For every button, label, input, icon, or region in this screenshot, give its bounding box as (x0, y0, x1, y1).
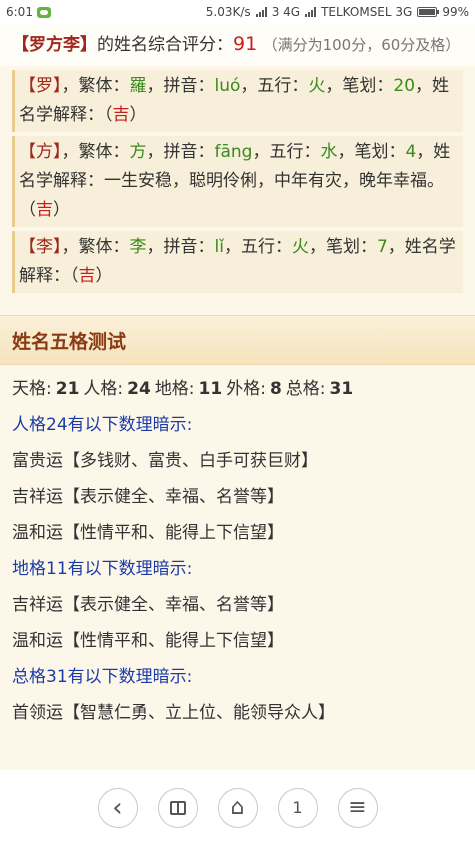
label-trad: ，繁体： (61, 142, 130, 162)
label-strokes: ，笔划： (325, 76, 394, 96)
hint-heading: 总格31有以下数理暗示: (12, 667, 193, 687)
label-trad: ，繁体： (61, 76, 130, 96)
wechat-icon (36, 6, 51, 18)
wuge-lines: 人格24有以下数理暗示: 富贵运【多钱财、富贵、白手可获巨财】 吉祥运【表示健全、幸… (12, 407, 463, 731)
back-button[interactable]: ‹ (97, 787, 138, 828)
label-pinyin: ，拼音： (146, 142, 215, 162)
label-pinyin: ，拼音： (146, 237, 215, 257)
punctuation: 】 (53, 76, 62, 96)
wuge-scores: 天格: 21 人格: 24 地格: 11 外格: 8 总格: 31 (12, 371, 463, 407)
char-name: 李 (36, 237, 53, 257)
name-tag: 【罗方李】 (12, 35, 97, 55)
hint-heading: 人格24有以下数理暗示: (12, 415, 193, 435)
hint-item: 温和运【性情平和、能得上下信望】 (12, 523, 284, 543)
hint-item: 吉祥运【表示健全、幸福、名誉等】 (12, 487, 284, 507)
score-number: 11 (198, 379, 223, 399)
char-name: 罗 (36, 76, 53, 96)
punctuation: ） (53, 200, 70, 220)
punctuation: （ (19, 200, 36, 220)
score-note: （满分为100分，60分及格） (262, 36, 461, 54)
back-icon: ‹ (112, 792, 123, 823)
battery-icon (417, 7, 440, 17)
score-label: 总格: (285, 379, 326, 399)
score-label: 天格: (12, 379, 52, 399)
hint-item: 吉祥运【表示健全、幸福、名誉等】 (12, 595, 284, 615)
char-explain: 一生安稳，聪明伶俐，中年有灾，晚年幸福。 (104, 171, 444, 191)
status-carrier: TELKOMSEL 3G (321, 5, 413, 19)
char-pinyin: lǐ (214, 237, 224, 257)
score-label: 外格: (226, 379, 266, 399)
punctuation: 【 (19, 237, 36, 257)
char-name: 方 (36, 142, 53, 162)
summary-text: 的姓名综合评分： (97, 35, 233, 55)
label-trad: ，繁体： (61, 237, 130, 257)
score-number: 31 (329, 379, 354, 399)
score-value: 91 (233, 33, 258, 55)
book-icon (169, 800, 186, 815)
tabs-button[interactable]: 1 (277, 787, 318, 828)
status-bar: 6:01 5.03K/s 3 4G TELKOMSEL 3G 99% (0, 0, 475, 24)
punctuation: ） (129, 105, 147, 125)
score-label: 人格: (83, 379, 124, 399)
status-time: 6:01 (6, 5, 33, 19)
score-label: 地格: (154, 379, 195, 399)
home-button[interactable]: ⌂ (217, 787, 258, 828)
label-element: ，五行： (240, 76, 309, 96)
tabs-count: 1 (292, 798, 303, 817)
char-list: 【罗】，繁体：羅，拼音：luó，五行：火，笔划：20，姓名学解释：（吉） 【方】，… (0, 70, 475, 293)
menu-button[interactable]: ≡ (337, 787, 378, 828)
bookmarks-button[interactable] (157, 787, 198, 828)
char-pinyin: fāng (214, 142, 253, 162)
char-pinyin: luó (214, 76, 241, 96)
score-number: 24 (127, 379, 151, 399)
char-trad: 羅 (129, 76, 147, 96)
char-trad: 方 (129, 142, 147, 162)
char-luck: 吉 (112, 105, 130, 125)
score-number: 8 (269, 379, 282, 399)
signal-icon-2 (305, 7, 317, 17)
score-number: 21 (55, 379, 80, 399)
char-strokes: 7 (376, 237, 388, 257)
wuge-panel: 天格: 21 人格: 24 地格: 11 外格: 8 总格: 31 人格24有以下数理暗示: 富贵运… (0, 365, 475, 737)
page-content: 【罗方李】的姓名综合评分：91 （满分为100分，60分及格） 【罗】，繁体：羅… (0, 24, 475, 770)
home-icon: ⌂ (230, 795, 245, 820)
label-element: ，五行： (223, 237, 292, 257)
score-summary: 【罗方李】的姓名综合评分：91 （满分为100分，60分及格） (0, 24, 475, 66)
char-strokes: 20 (393, 76, 416, 96)
hint-heading: 地格11有以下数理暗示: (12, 559, 193, 579)
label-pinyin: ，拼音： (146, 76, 215, 96)
char-block: 【罗】，繁体：羅，拼音：luó，五行：火，笔划：20，姓名学解释：（吉） (12, 70, 463, 132)
hint-item: 富贵运【多钱财、富贵、白手可获巨财】 (12, 451, 318, 471)
char-block: 【方】，繁体：方，拼音：fāng，五行：水，笔划：4，姓名学解释：一生安稳，聪明… (12, 136, 463, 227)
label-strokes: ，笔划： (308, 237, 377, 257)
char-luck: 吉 (36, 200, 53, 220)
punctuation: 】 (53, 142, 62, 162)
hint-item: 温和运【性情平和、能得上下信望】 (12, 631, 284, 651)
signal-icon (255, 7, 267, 17)
punctuation: （ (70, 266, 79, 286)
section-title: 姓名五格测试 (0, 315, 475, 365)
char-strokes: 4 (405, 142, 417, 162)
label-element: ，五行： (252, 142, 321, 162)
char-luck: 吉 (78, 266, 96, 286)
char-trad: 李 (129, 237, 147, 257)
status-speed: 5.03K/s (205, 5, 251, 19)
char-element: 水 (320, 142, 338, 162)
status-battery: 99% (442, 5, 469, 19)
punctuation: 【 (19, 76, 36, 96)
label-strokes: ，笔划： (337, 142, 406, 162)
hint-item: 首领运【智慧仁勇、立上位、能领导众人】 (12, 703, 335, 723)
menu-icon: ≡ (348, 795, 367, 820)
char-block: 【李】，繁体：李，拼音：lǐ，五行：火，笔划：7，姓名学解释：（吉） (12, 231, 463, 293)
punctuation: ） (95, 266, 113, 286)
browser-toolbar: ‹ ⌂ 1 ≡ (0, 770, 475, 845)
punctuation: 【 (19, 142, 36, 162)
punctuation: （ (104, 105, 113, 125)
char-element: 火 (291, 237, 309, 257)
char-element: 火 (308, 76, 326, 96)
status-network: 3 4G (271, 5, 301, 19)
punctuation: 】 (53, 237, 62, 257)
